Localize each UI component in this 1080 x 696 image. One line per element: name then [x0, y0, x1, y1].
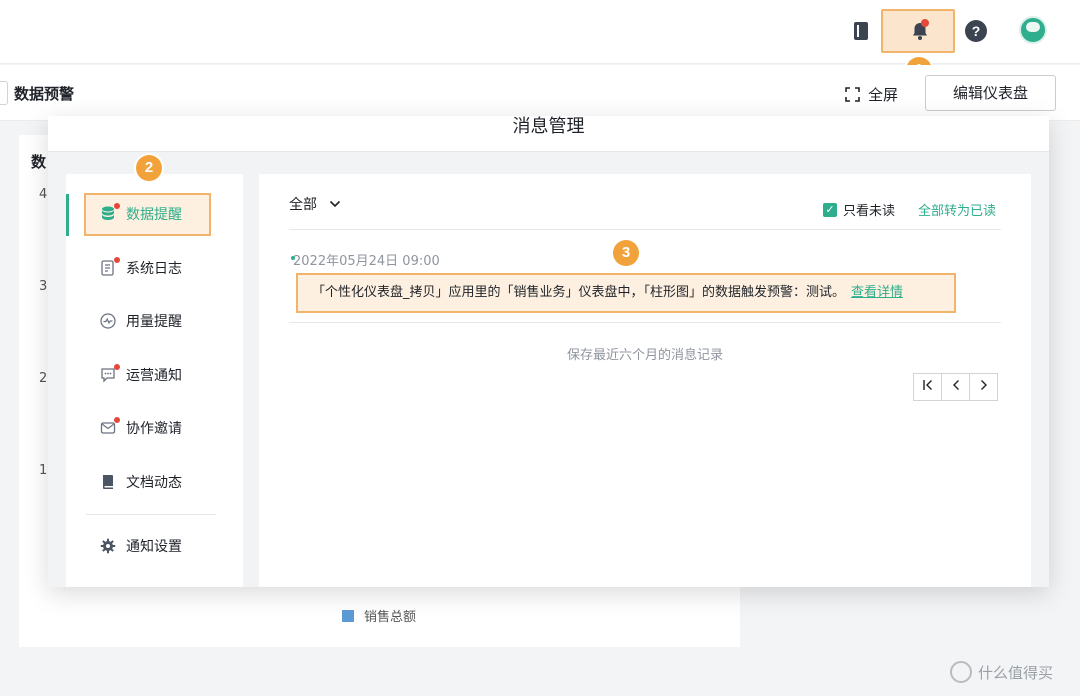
fullscreen-label: 全屏 — [868, 86, 899, 104]
legend-label: 销售总额 — [364, 610, 417, 625]
unread-dot — [114, 364, 120, 370]
chart-legend: 销售总额 — [342, 606, 416, 625]
unread-dot — [921, 19, 929, 27]
first-page-button[interactable] — [913, 373, 942, 401]
view-details-link[interactable]: 查看详情 — [851, 285, 903, 300]
database-icon — [100, 203, 120, 222]
book-icon — [100, 474, 116, 490]
category-filter-dropdown[interactable]: 全部 — [289, 194, 341, 214]
back-button[interactable] — [0, 81, 8, 105]
sidebar-item-operations-notice[interactable]: 运营通知 — [86, 355, 236, 395]
message-management-modal: 消息管理 数据提醒 系统日志 用量提醒 运营通知 协作邀请 文档动态 通知设置 … — [48, 116, 1049, 587]
chevron-down-icon — [329, 200, 341, 208]
sidebar-item-label: 系统日志 — [126, 261, 182, 277]
modal-title: 消息管理 — [512, 116, 585, 137]
unread-dot — [114, 417, 120, 423]
filter-value: 全部 — [289, 197, 317, 213]
notebook-icon[interactable] — [848, 18, 874, 44]
fullscreen-icon — [845, 87, 860, 102]
log-icon — [100, 257, 120, 276]
fullscreen-button[interactable]: 全屏 — [845, 84, 898, 105]
sidebar-item-label: 运营通知 — [126, 368, 182, 384]
unread-dot — [114, 203, 120, 209]
unread-dot — [114, 257, 120, 263]
checkbox-checked-icon: ✓ — [823, 202, 837, 217]
first-page-icon — [922, 380, 932, 390]
y-tick: 1 — [39, 463, 48, 478]
y-tick: 2 — [39, 371, 48, 386]
avatar[interactable] — [1019, 16, 1047, 44]
divider — [289, 322, 1001, 323]
y-tick: 4 — [39, 187, 48, 202]
message-timestamp: 2022年05月24日 09:00 — [291, 250, 440, 269]
notification-bell-button[interactable] — [881, 9, 955, 53]
sidebar-item-data-alert[interactable]: 数据提醒 — [86, 194, 236, 234]
message-sidebar: 数据提醒 系统日志 用量提醒 运营通知 协作邀请 文档动态 通知设置 — [66, 174, 243, 587]
sidebar-divider — [86, 514, 216, 515]
message-text: 「个性化仪表盘_拷贝」应用里的「销售业务」仪表盘中，「柱形图」的数据触发预警：测… — [312, 285, 846, 300]
sidebar-item-document-activity[interactable]: 文档动态 — [86, 462, 236, 502]
sidebar-item-usage-alert[interactable]: 用量提醒 — [86, 301, 236, 341]
mark-all-read-link[interactable]: 全部转为已读 — [918, 200, 996, 219]
mail-icon — [100, 417, 120, 436]
sidebar-item-notification-settings[interactable]: 通知设置 — [86, 526, 236, 566]
message-content: 全部 ✓ 只看未读 全部转为已读 2022年05月24日 09:00 「个性化仪… — [259, 174, 1031, 587]
page-title: 数据预警 — [14, 85, 75, 103]
watermark-logo-icon — [950, 661, 972, 683]
sidebar-item-collaboration-invite[interactable]: 协作邀请 — [86, 408, 236, 448]
chart-title: 数 — [31, 153, 47, 171]
step-badge-2: 2 — [136, 155, 162, 181]
watermark-text: 什么值得买 — [978, 663, 1054, 682]
sidebar-item-label: 协作邀请 — [126, 421, 182, 437]
retention-note: 保存最近六个月的消息记录 — [566, 348, 723, 363]
edit-dashboard-button[interactable]: 编辑仪表盘 — [925, 75, 1056, 111]
only-unread-checkbox[interactable]: ✓ 只看未读 — [823, 200, 895, 219]
prev-page-button[interactable] — [941, 373, 970, 401]
gear-icon — [100, 538, 116, 554]
active-indicator — [66, 194, 69, 236]
top-bar: ? — [0, 0, 1080, 64]
sidebar-item-system-log[interactable]: 系统日志 — [86, 248, 236, 288]
legend-swatch — [342, 609, 354, 622]
sidebar-item-label: 用量提醒 — [126, 314, 182, 330]
step-badge-3: 3 — [613, 240, 639, 266]
chevron-left-icon — [952, 380, 959, 390]
sidebar-item-label: 通知设置 — [126, 539, 182, 555]
sidebar-item-label: 数据提醒 — [126, 207, 182, 223]
next-page-button[interactable] — [969, 373, 998, 401]
chevron-right-icon — [980, 380, 987, 390]
sidebar-item-label: 文档动态 — [126, 475, 182, 491]
only-unread-label: 只看未读 — [843, 204, 896, 219]
help-icon[interactable]: ? — [965, 20, 987, 42]
y-tick: 3 — [39, 279, 48, 294]
modal-header: 消息管理 — [48, 116, 1049, 152]
message-item: 「个性化仪表盘_拷贝」应用里的「销售业务」仪表盘中，「柱形图」的数据触发预警：测… — [296, 273, 956, 313]
dashboard-header: 数据预警 全屏 编辑仪表盘 — [0, 65, 1080, 121]
divider — [289, 229, 1001, 230]
pagination — [913, 373, 998, 401]
pulse-icon — [100, 313, 116, 329]
chat-icon — [100, 364, 120, 383]
watermark: 什么值得买 — [950, 661, 1053, 683]
